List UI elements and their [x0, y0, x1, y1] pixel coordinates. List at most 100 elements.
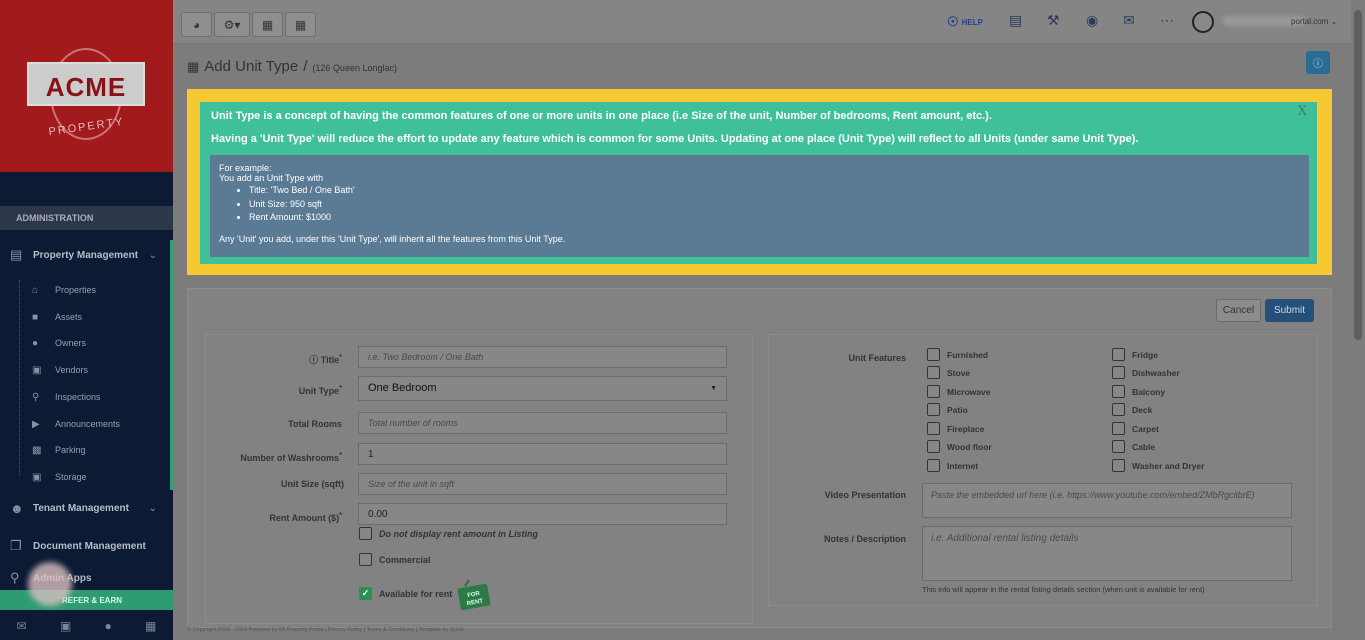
scrollbar[interactable]	[1351, 0, 1365, 640]
checkbox[interactable]	[927, 459, 940, 472]
sidebar-subitem-inspections[interactable]: ⚲ Inspections	[0, 384, 170, 410]
calculator-icon[interactable]: ▦	[145, 619, 156, 633]
help-button[interactable]: ☉ HELP	[947, 14, 983, 30]
search-icon: ⚲	[32, 391, 40, 403]
briefcase-icon[interactable]: ▣	[60, 619, 71, 633]
wrench-icon[interactable]: ⚒	[1047, 12, 1060, 29]
checkbox[interactable]	[1112, 440, 1125, 453]
scrollbar-thumb[interactable]	[1354, 10, 1362, 340]
checkbox[interactable]	[927, 422, 940, 435]
feature-label: Deck	[1132, 404, 1153, 415]
cancel-button[interactable]: Cancel	[1216, 299, 1261, 322]
feature-wood-floor[interactable]: Wood floor	[927, 440, 992, 453]
box-icon: ■	[32, 311, 39, 323]
sidebar-item-property-management[interactable]: ▤ Property Management ⌄	[0, 242, 173, 268]
feature-fireplace[interactable]: Fireplace	[927, 422, 984, 435]
sidebar-item-admin-apps[interactable]: ⚲ Admin Apps	[0, 571, 173, 585]
feature-internet[interactable]: Internet	[927, 459, 978, 472]
info-button[interactable]: ⓘ	[1306, 51, 1330, 74]
checkbox-label: Do not display rent amount in Listing	[379, 528, 538, 539]
sidebar-subitem-assets[interactable]: ■ Assets	[0, 304, 170, 330]
checkbox[interactable]	[359, 527, 372, 540]
user-domain[interactable]: portal.com ⌄	[1291, 17, 1337, 26]
total-rooms-input[interactable]: Total number of rooms	[358, 412, 727, 434]
lifebuoy-icon: ☉	[947, 14, 959, 29]
checkbox-checked[interactable]: ✓	[359, 587, 372, 600]
rent-amount-label: Rent Amount ($)*	[269, 510, 342, 523]
more-icon[interactable]: ⋯	[1160, 12, 1174, 29]
feature-stove[interactable]: Stove	[927, 366, 970, 379]
checkbox[interactable]	[359, 553, 372, 566]
feature-deck[interactable]: Deck	[1112, 403, 1152, 416]
sidebar-subitem-vendors[interactable]: ▣ Vendors	[0, 357, 170, 383]
notes-textarea[interactable]: i.e. Additional rental listing details	[922, 526, 1292, 581]
commercial-checkbox[interactable]: Commercial	[359, 553, 431, 566]
refer-earn-button[interactable]: REFER & EARN	[0, 590, 173, 610]
rent-amount-input[interactable]: 0.00	[358, 503, 727, 525]
title-input[interactable]: i.e. Two Bedroom / One Bath	[358, 346, 727, 368]
feature-carpet[interactable]: Carpet	[1112, 422, 1159, 435]
close-icon[interactable]: X	[1298, 104, 1307, 119]
footer-text: © Copyright 2018 - 2024 Powered by MI Pr…	[187, 627, 464, 633]
checkbox[interactable]	[1112, 403, 1125, 416]
checkbox[interactable]	[927, 440, 940, 453]
unit-type-select[interactable]: One Bedroom ▼	[358, 376, 727, 401]
total-rooms-label: Total Rooms	[288, 419, 342, 429]
checkbox[interactable]	[1112, 385, 1125, 398]
calculator-button[interactable]: ▦	[285, 12, 316, 37]
dashboard-button[interactable]: ◕	[181, 12, 212, 37]
video-url-textarea[interactable]: Paste the embedded url here (i.e. https:…	[922, 483, 1292, 518]
feature-balcony[interactable]: Balcony	[1112, 385, 1165, 398]
sidebar-subitem-properties[interactable]: ⌂ Properties	[0, 277, 170, 303]
feature-label: Stove	[947, 367, 971, 378]
checkbox[interactable]	[1112, 366, 1125, 379]
sidebar-subitem-parking[interactable]: ▩ Parking	[0, 437, 170, 463]
no-display-rent-checkbox[interactable]: Do not display rent amount in Listing	[359, 527, 538, 540]
video-label: Video Presentation	[824, 490, 906, 500]
example-item: Unit Size: 950 sqft	[249, 198, 1300, 212]
for-rent-sign-icon: FOR RENT	[457, 579, 491, 610]
feature-washer-dryer[interactable]: Washer and Dryer	[1112, 459, 1204, 472]
checkbox[interactable]	[927, 403, 940, 416]
submit-button[interactable]: Submit	[1265, 299, 1314, 322]
subitem-label: Assets	[55, 312, 83, 322]
checkbox[interactable]	[1112, 348, 1125, 361]
logo-box[interactable]: ACME	[27, 62, 145, 106]
feature-furnished[interactable]: Furnished	[927, 348, 988, 361]
sidebar-subitem-storage[interactable]: ▣ Storage	[0, 464, 170, 490]
calendar-button[interactable]: ▦	[252, 12, 283, 37]
checkbox[interactable]	[927, 385, 940, 398]
sidebar-subitem-owners[interactable]: ● Owners	[0, 330, 170, 356]
mail-icon[interactable]: ✉	[17, 619, 27, 633]
checkbox[interactable]	[1112, 459, 1125, 472]
title-separator: /	[303, 58, 308, 75]
sidebar-item-document-management[interactable]: ❐ Document Management	[0, 533, 173, 559]
feature-dishwasher[interactable]: Dishwasher	[1112, 366, 1180, 379]
user-avatar[interactable]	[1192, 11, 1214, 33]
sidebar-item-tenant-management[interactable]: ☻ Tenant Management ⌄	[0, 495, 173, 521]
feature-fridge[interactable]: Fridge	[1112, 348, 1158, 361]
info-icon: ⓘ	[309, 355, 321, 365]
example-item: Title: 'Two Bed / One Bath'	[249, 184, 1300, 198]
envelope-icon[interactable]: ✉	[1123, 12, 1135, 29]
sidebar-subitem-announcements[interactable]: ▶ Announcements	[0, 411, 170, 437]
subitem-label: Parking	[55, 445, 86, 455]
top-bar: ◕ ⚙▾ ▦ ▦ ☉ HELP ▤ ⚒ ◉ ✉ ⋯ portal.com ⌄	[173, 0, 1365, 44]
unit-size-input[interactable]: Size of the unit in sqft	[358, 473, 727, 495]
eye-icon[interactable]: ◉	[1086, 12, 1098, 29]
checkbox[interactable]	[927, 366, 940, 379]
available-for-rent-checkbox[interactable]: ✓ Available for rent	[359, 587, 452, 600]
settings-dropdown-button[interactable]: ⚙▾	[214, 12, 250, 37]
user-icon[interactable]: ●	[105, 619, 112, 633]
chat-avatar[interactable]	[28, 562, 72, 606]
chart-icon[interactable]: ▤	[1009, 12, 1022, 29]
checkbox[interactable]	[927, 348, 940, 361]
washrooms-input[interactable]: 1	[358, 443, 727, 465]
logo-text: ACME	[45, 72, 127, 102]
feature-patio[interactable]: Patio	[927, 403, 968, 416]
feature-microwave[interactable]: Microwave	[927, 385, 990, 398]
sidebar-item-label: Tenant Management	[33, 502, 129, 514]
sidebar-section-header: ADMINISTRATION	[0, 206, 173, 230]
feature-cable[interactable]: Cable	[1112, 440, 1155, 453]
checkbox[interactable]	[1112, 422, 1125, 435]
